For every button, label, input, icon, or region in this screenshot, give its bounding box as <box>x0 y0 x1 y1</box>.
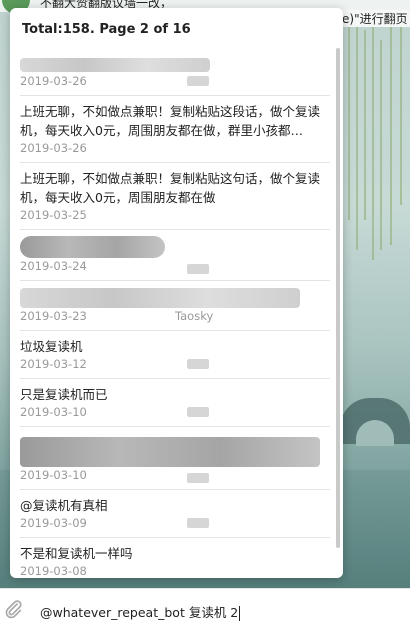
list-item[interactable]: @复读机有真相 2019-03-09 <box>20 490 330 538</box>
item-text: 上班无聊，不如做点兼职！复制粘贴这段话，做个复读机，每天收入0元，周围朋友都在做… <box>20 104 321 138</box>
item-text: @复读机有真相 <box>20 497 108 513</box>
blurred-text <box>20 287 300 308</box>
blurred-text <box>20 57 210 72</box>
message-input[interactable]: @whatever_repeat_bot 复读机 2 <box>40 602 241 621</box>
sender-name: Taosky <box>175 308 214 323</box>
list-item[interactable]: 2019-03-10 <box>20 427 330 490</box>
blurred-text <box>20 236 165 258</box>
list-item[interactable]: 2019-03-26 <box>20 48 330 96</box>
item-date: 2019-03-08 <box>20 563 87 578</box>
item-text: 上班无聊，不如做点兼职！复制粘贴这句话，做个复读机，每天收入0元，周围朋友都在做 <box>20 171 321 205</box>
paperclip-icon[interactable] <box>2 598 24 620</box>
list-item[interactable]: 上班无聊，不如做点兼职！复制粘贴这句话，做个复读机，每天收入0元，周围朋友都在做… <box>20 163 330 230</box>
list-item[interactable]: 不是和复读机一样吗 2019-03-08 <box>20 538 330 579</box>
message-input-bar: @whatever_repeat_bot 复读机 2 <box>0 588 410 629</box>
results-header: Total:158. Page 2 of 16 <box>22 22 191 37</box>
search-results-popup: Total:158. Page 2 of 16 2019-03-26 上班无聊，… <box>10 8 343 578</box>
item-text: 垃圾复读机 <box>20 338 83 354</box>
list-item[interactable]: 只是复读机而已 2019-03-10 <box>20 379 330 427</box>
list-item[interactable]: 上班无聊，不如做点兼职！复制粘贴这段话，做个复读机，每天收入0元，周围朋友都在做… <box>20 96 330 163</box>
top-message-text-right: e)"进行翻页 <box>338 10 410 27</box>
results-list: 2019-03-26 上班无聊，不如做点兼职！复制粘贴这段话，做个复读机，每天收… <box>10 48 343 578</box>
item-text: 只是复读机而已 <box>20 386 108 402</box>
item-date: 2019-03-09 <box>20 515 87 530</box>
list-item[interactable]: 2019-03-23 Taosky <box>20 281 330 331</box>
item-date: 2019-03-26 <box>20 141 87 155</box>
item-date: 2019-03-26 <box>20 74 87 88</box>
item-date: 2019-03-10 <box>20 404 87 419</box>
item-text: 不是和复读机一样吗 <box>20 545 133 561</box>
text-caret <box>239 606 241 621</box>
item-date: 2019-03-12 <box>20 356 87 371</box>
scrollbar[interactable] <box>336 48 340 548</box>
list-item[interactable]: 2019-03-24 <box>20 230 330 281</box>
item-date: 2019-03-24 <box>20 259 87 273</box>
list-item[interactable]: 垃圾复读机 2019-03-12 <box>20 331 330 379</box>
item-date: 2019-03-25 <box>20 208 87 222</box>
item-date: 2019-03-10 <box>20 467 87 482</box>
blurred-text <box>20 436 320 467</box>
